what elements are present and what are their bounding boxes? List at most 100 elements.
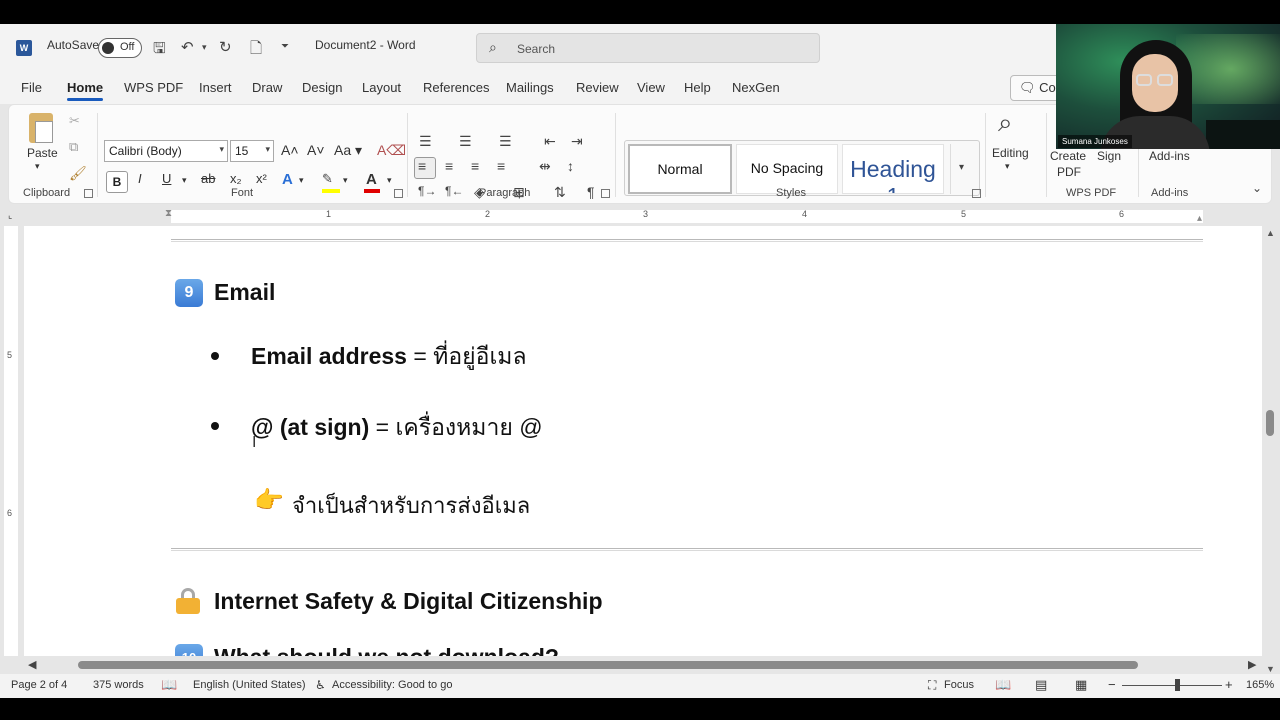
text-effects-button[interactable]: A [282, 171, 293, 188]
page-count[interactable]: Page 2 of 4 [11, 679, 67, 691]
tab-wps-pdf[interactable]: WPS PDF [124, 80, 183, 95]
shrink-font-icon[interactable]: A˅ [307, 142, 325, 158]
paste-label[interactable]: Paste [27, 146, 58, 160]
find-icon[interactable]: ⌕ [998, 107, 1013, 139]
customize-toolbar-icon[interactable]: ⏷ [281, 41, 289, 52]
clear-formatting-icon[interactable]: A⌫ [377, 142, 406, 159]
tab-view[interactable]: View [637, 80, 665, 95]
web-layout-icon[interactable]: ▦ [1075, 677, 1087, 693]
add-ins-button[interactable]: Add-ins [1149, 149, 1190, 163]
style-normal[interactable]: Normal [628, 144, 732, 194]
paragraph-launcher-icon[interactable] [601, 189, 610, 198]
clipboard-launcher-icon[interactable] [84, 189, 93, 198]
tab-mailings[interactable]: Mailings [506, 80, 554, 95]
ribbon-collapse-icon[interactable]: ⌄ [1252, 181, 1262, 195]
sort-icon[interactable]: ⇅ [554, 184, 566, 201]
highlight-icon[interactable]: ✎ [322, 171, 333, 187]
paste-icon[interactable] [27, 111, 55, 143]
style-heading-1[interactable]: Heading 1 [842, 144, 944, 194]
ltr-icon[interactable]: ¶→ [418, 184, 436, 198]
subscript-button[interactable]: x₂ [230, 171, 242, 186]
right-indent-marker-icon[interactable]: ▴ [1197, 213, 1202, 224]
font-color-dropdown-icon[interactable]: ▾ [387, 175, 392, 186]
tab-help[interactable]: Help [684, 80, 711, 95]
styles-more-button[interactable]: ▾ [950, 144, 976, 194]
redo-icon[interactable]: ↻ [219, 38, 232, 56]
underline-dropdown-icon[interactable]: ▾ [182, 175, 187, 186]
copy-icon[interactable]: ⧉ [69, 139, 78, 155]
editing-dropdown-icon[interactable]: ▾ [1005, 161, 1010, 172]
indent-marker-icon[interactable]: ⧗ [165, 208, 172, 219]
print-layout-icon[interactable]: ▤ [1035, 677, 1047, 693]
tab-file[interactable]: File [21, 80, 42, 95]
sign-label[interactable]: Sign [1097, 149, 1121, 163]
tab-review[interactable]: Review [576, 80, 619, 95]
font-size-select[interactable]: 15 ▾ [230, 140, 274, 162]
font-color-button[interactable]: A [366, 171, 377, 188]
paste-dropdown-icon[interactable]: ▾ [35, 161, 40, 172]
justify-icon[interactable]: ≡ [497, 158, 505, 174]
multilevel-list-icon[interactable]: ☰ [499, 133, 512, 150]
zoom-level[interactable]: 165% [1246, 679, 1274, 691]
highlight-dropdown-icon[interactable]: ▾ [343, 175, 348, 186]
tab-home[interactable]: Home [67, 80, 103, 95]
read-mode-icon[interactable]: 📖 [995, 677, 1011, 693]
document-page[interactable]: 9 Email Email address = ที่อยู่อีเมล @ (… [24, 226, 1262, 656]
tab-draw[interactable]: Draw [252, 80, 282, 95]
scroll-right-icon[interactable]: ▶ [1248, 658, 1256, 671]
align-right-icon[interactable]: ≡ [471, 158, 479, 174]
rtl-icon[interactable]: ¶← [445, 184, 463, 198]
language[interactable]: English (United States) [193, 679, 306, 691]
word-count[interactable]: 375 words [93, 679, 144, 691]
tab-design[interactable]: Design [302, 80, 342, 95]
cut-icon[interactable]: ✂ [69, 113, 80, 129]
zoom-slider-thumb[interactable] [1175, 679, 1180, 691]
bullets-icon[interactable]: ☰ [419, 133, 432, 150]
search-box[interactable]: ⌕ Search [476, 33, 820, 63]
undo-dropdown-icon[interactable]: ▾ [202, 42, 207, 53]
create-pdf-line2[interactable]: PDF [1057, 165, 1081, 179]
decrease-indent-icon[interactable]: ⇤ [544, 133, 556, 150]
align-center-icon[interactable]: ≡ [445, 158, 453, 174]
focus-button[interactable]: Focus [944, 679, 974, 691]
line-spacing-icon[interactable]: ↕ [567, 158, 574, 174]
text-effects-dropdown-icon[interactable]: ▾ [299, 175, 304, 186]
proofing-icon[interactable]: 📖 [161, 677, 177, 693]
tab-layout[interactable]: Layout [362, 80, 401, 95]
scroll-up-icon[interactable]: ▲ [1266, 228, 1275, 238]
show-marks-icon[interactable]: ¶ [587, 184, 595, 200]
tab-insert[interactable]: Insert [199, 80, 232, 95]
underline-button[interactable]: U [162, 171, 171, 186]
font-launcher-icon[interactable] [394, 189, 403, 198]
tab-nexgen[interactable]: NexGen [732, 80, 780, 95]
numbering-icon[interactable]: ☰ [459, 133, 472, 150]
format-painter-icon[interactable]: 🖌 [69, 165, 87, 182]
autosave-toggle[interactable]: Off [98, 38, 142, 58]
change-case-button[interactable]: Aa ▾ [334, 142, 362, 159]
horizontal-scrollbar[interactable]: ◀ ▶ [24, 656, 1262, 674]
styles-launcher-icon[interactable] [972, 189, 981, 198]
tab-references[interactable]: References [423, 80, 489, 95]
vertical-scrollbar[interactable]: ▲ ▼ [1262, 226, 1280, 682]
bold-button[interactable]: B [106, 171, 128, 193]
zoom-out-icon[interactable]: − [1108, 677, 1116, 692]
scroll-down-icon[interactable]: ▼ [1266, 664, 1275, 674]
scroll-left-icon[interactable]: ◀ [28, 658, 36, 671]
save-icon[interactable]: 🖫 [153, 38, 166, 63]
tab-selector-icon[interactable]: ⌞ [8, 210, 12, 221]
italic-button[interactable]: I [138, 171, 142, 186]
superscript-button[interactable]: x² [256, 171, 267, 186]
font-name-select[interactable]: Calibri (Body) ▾ [104, 140, 228, 162]
grow-font-icon[interactable]: A˄ [281, 142, 299, 158]
create-pdf-line1[interactable]: Create [1050, 149, 1086, 163]
column-text-icon[interactable]: ⇹ [539, 158, 551, 175]
scroll-thumb[interactable] [1266, 410, 1274, 436]
undo-icon[interactable]: ↶ [181, 38, 194, 56]
zoom-in-icon[interactable]: + [1225, 677, 1233, 692]
accessibility-status[interactable]: Accessibility: Good to go [332, 679, 452, 691]
zoom-slider[interactable] [1122, 685, 1222, 686]
hscroll-thumb[interactable] [78, 661, 1138, 669]
new-document-icon[interactable]: 🗋 [250, 38, 262, 63]
editing-label[interactable]: Editing [992, 146, 1029, 160]
increase-indent-icon[interactable]: ⇥ [571, 133, 583, 150]
